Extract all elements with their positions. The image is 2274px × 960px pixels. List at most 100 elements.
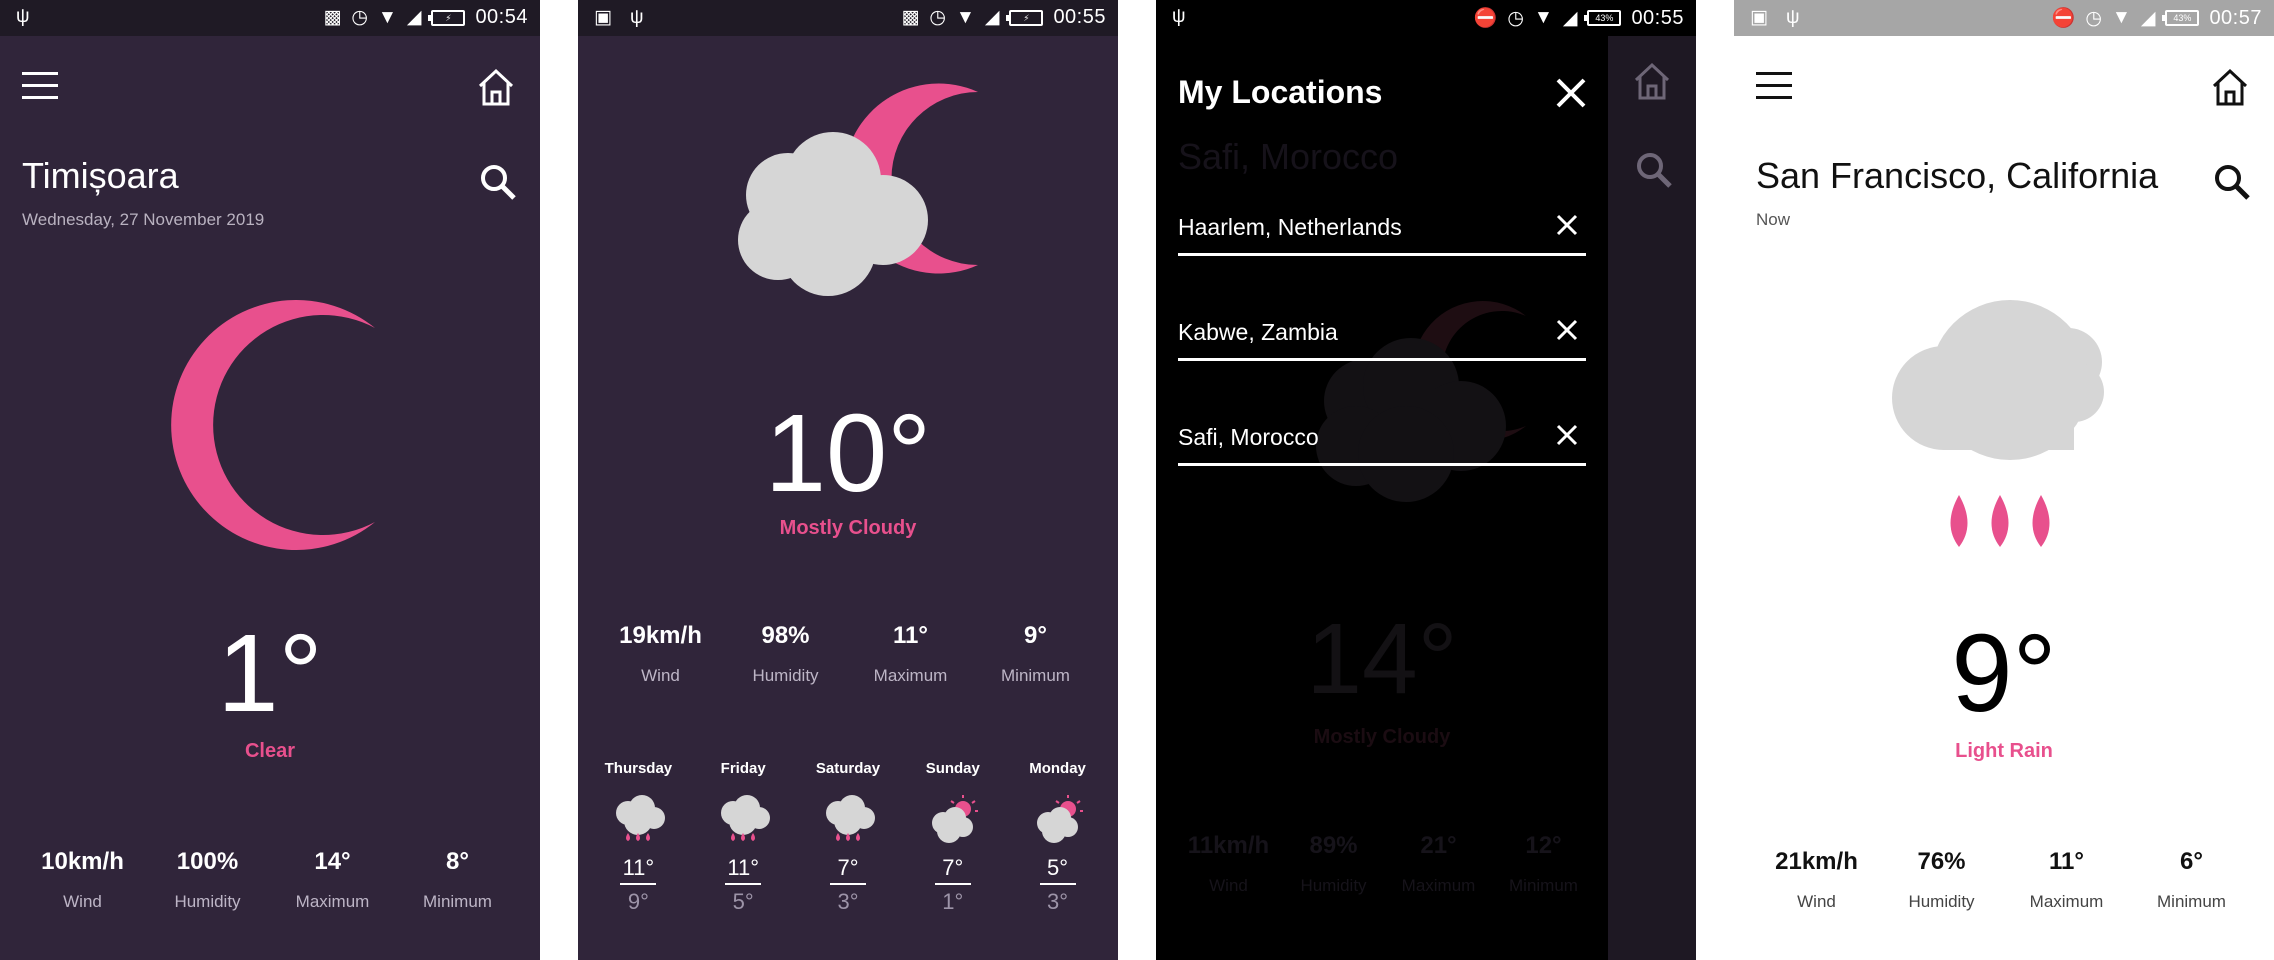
location-item[interactable]: Safi, Morocco <box>1178 406 1586 466</box>
wifi-icon: ▼ <box>1534 7 1553 28</box>
alarm-icon: ◷ <box>351 7 368 28</box>
status-time: 00:54 <box>475 6 528 28</box>
stat-minimum: 9° Minimum <box>1001 622 1070 685</box>
search-icon[interactable] <box>1634 148 1674 192</box>
status-bar: ▣ ψ ⛔ ◷ ▼ ◢ 43% 00:57 <box>1734 0 2274 36</box>
dnd-icon: ⛔ <box>2051 8 2076 29</box>
forecast-day[interactable]: Friday 11° 5° <box>693 760 793 915</box>
forecast-day[interactable]: Saturday 7° 3° <box>798 760 898 915</box>
date-label: Wednesday, 27 November 2019 <box>22 210 265 229</box>
stat-maximum: 14° Maximum <box>295 848 370 911</box>
remove-location-icon[interactable] <box>1556 214 1578 236</box>
wifi-icon: ▼ <box>2112 7 2131 28</box>
status-bar: ψ ▩ ◷ ▼ ◢ ⚡ 00:54 <box>0 0 540 36</box>
background-city: Safi, Morocco <box>1178 136 1399 177</box>
usb-icon: ψ <box>1172 6 1186 27</box>
drawer-title: My Locations <box>1178 74 1383 110</box>
home-icon[interactable] <box>2210 66 2250 110</box>
stat-humidity: 76% Humidity <box>1908 848 1975 911</box>
forecast-row: Thursday 11° 9° Friday 11° 5° Saturday 7… <box>586 760 1110 915</box>
search-icon[interactable] <box>478 160 518 204</box>
stats-row: 10km/h Wind 100% Humidity 14° Maximum 8° Min… <box>20 848 520 912</box>
forecast-day[interactable]: Sunday 7° 1° <box>903 760 1003 915</box>
wifi-icon: ▼ <box>378 6 397 28</box>
menu-icon[interactable] <box>1756 72 1792 104</box>
condition-label: Mostly Cloudy <box>779 517 917 539</box>
signal-icon: ◢ <box>984 7 1000 28</box>
temperature: 9° <box>1951 612 2057 735</box>
remove-location-icon[interactable] <box>1556 319 1578 341</box>
stat-humidity: 100% Humidity <box>174 848 241 911</box>
locations-drawer: Safi, Morocco 14° Mostly Cloudy 11km/h Wi… <box>1156 36 1608 960</box>
battery-icon: ⚡ <box>1006 9 1044 26</box>
signal-icon: ◢ <box>2140 7 2156 29</box>
rain-icon <box>721 795 771 841</box>
signal-icon: ◢ <box>406 7 422 28</box>
stat-wind: 21km/h Wind <box>1775 848 1858 911</box>
background-stats: 11km/h Wind 89% Humidity 21° Maximum 12° Min… <box>1176 832 1596 896</box>
stat-wind: 19km/h Wind <box>619 622 702 685</box>
stat-minimum: 6° Minimum <box>2157 848 2226 911</box>
stat-humidity: 98% Humidity <box>752 622 819 685</box>
vibrate-icon: ▩ <box>901 7 920 28</box>
alarm-icon: ◷ <box>1507 7 1524 29</box>
vibrate-icon: ▩ <box>323 7 342 28</box>
home-icon[interactable] <box>1632 60 1672 104</box>
close-icon[interactable] <box>1554 76 1588 110</box>
dnd-icon: ⛔ <box>1473 8 1498 29</box>
alarm-icon: ◷ <box>929 7 946 28</box>
battery-icon: ⚡ <box>428 9 466 26</box>
screen-san-francisco: ▣ ψ ⛔ ◷ ▼ ◢ 43% 00:57 San Francisco, Cali… <box>1734 0 2274 960</box>
cloud-moon-icon <box>738 83 978 296</box>
forecast-day[interactable]: Thursday 11° 9° <box>588 760 688 915</box>
image-icon: ▣ <box>1750 7 1768 28</box>
usb-icon: ψ <box>1785 6 1800 28</box>
rain-icon <box>825 795 875 841</box>
temperature: 10° <box>764 392 932 515</box>
background-stat-minimum: 12° Minimum <box>1509 832 1578 895</box>
partly-sunny-icon <box>1036 795 1083 843</box>
temperature: 1° <box>217 612 323 735</box>
date-label: Now <box>1756 210 1791 229</box>
home-icon[interactable] <box>476 66 516 110</box>
stat-maximum: 11° Maximum <box>2029 848 2104 911</box>
light-rain-icon <box>1892 300 2104 547</box>
partly-sunny-icon <box>931 795 978 843</box>
alarm-icon: ◷ <box>2085 7 2102 29</box>
battery-icon: 43% <box>1584 10 1622 26</box>
search-icon[interactable] <box>2212 160 2252 204</box>
usb-icon: ψ <box>629 6 644 28</box>
stat-maximum: 11° Maximum <box>873 622 948 685</box>
screen-timisoara: ψ ▩ ◷ ▼ ◢ ⚡ 00:54 Timișoara Wednesday, 2… <box>0 0 540 960</box>
background-stat-humidity: 89% Humidity <box>1300 832 1367 895</box>
location-item[interactable]: Haarlem, Netherlands <box>1178 196 1586 256</box>
background-stat-maximum: 21° Maximum <box>1401 832 1476 895</box>
status-bar: ψ ⛔ ◷ ▼ ◢ 43% 00:55 <box>1156 0 1696 36</box>
condition-label: Light Rain <box>1955 740 2053 762</box>
remove-location-icon[interactable] <box>1556 424 1578 446</box>
moon-icon <box>171 300 375 550</box>
wifi-icon: ▼ <box>956 6 975 28</box>
status-bar: ▣ ψ ▩ ◷ ▼ ◢ ⚡ 00:55 <box>578 0 1118 36</box>
screen-mostly-cloudy: ▣ ψ ▩ ◷ ▼ ◢ ⚡ 00:55 10° Mostly Cloudy 19k… <box>578 0 1118 960</box>
stats-row: 21km/h Wind 76% Humidity 11° Maximum 6° Mini… <box>1754 848 2254 912</box>
status-time: 00:57 <box>2209 6 2262 29</box>
condition-label: Clear <box>244 740 296 762</box>
status-time: 00:55 <box>1631 6 1684 29</box>
forecast-day[interactable]: Monday 5° 3° <box>1008 760 1108 915</box>
background-stat-wind: 11km/h Wind <box>1187 832 1270 895</box>
background-temperature: 14° <box>1306 603 1458 715</box>
rain-icon <box>616 795 666 841</box>
city-name: Timișoara <box>22 155 179 196</box>
menu-icon[interactable] <box>22 72 58 104</box>
stat-wind: 10km/h Wind <box>41 848 124 911</box>
signal-icon: ◢ <box>1562 7 1578 29</box>
location-item[interactable]: Kabwe, Zambia <box>1178 301 1586 361</box>
status-time: 00:55 <box>1053 6 1106 28</box>
usb-icon: ψ <box>16 6 30 27</box>
image-icon: ▣ <box>594 7 612 28</box>
stats-row: 19km/h Wind 98% Humidity 11° Maximum 9° Mini… <box>598 622 1098 686</box>
screen-locations-drawer: ψ ⛔ ◷ ▼ ◢ 43% 00:55 Safi, Morocco 14° Mo… <box>1156 0 1696 960</box>
stat-minimum: 8° Minimum <box>423 848 492 911</box>
background-condition: Mostly Cloudy <box>1313 726 1451 748</box>
